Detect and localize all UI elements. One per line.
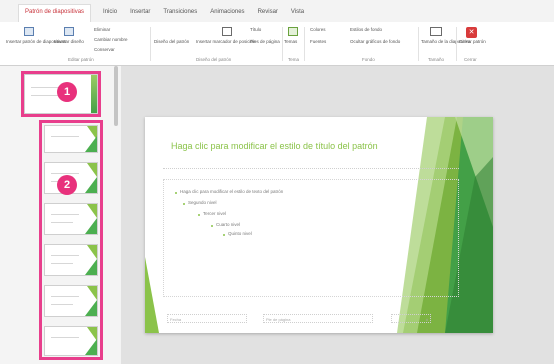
master-slide[interactable]: Haga clic para modificar el estilo de tí… <box>145 117 493 333</box>
rename-button[interactable]: Cambiar nombre <box>94 37 128 43</box>
insert-layout-icon <box>64 27 74 36</box>
fonts-button[interactable]: Fuentes <box>310 39 326 45</box>
themes-button[interactable]: Temas <box>284 39 297 45</box>
insert-master-icon <box>24 27 34 36</box>
tab-insert[interactable]: Insertar <box>130 9 150 22</box>
group-label-edit-master: Editar patrón <box>68 57 94 62</box>
title-checkbox[interactable]: Título <box>250 27 261 33</box>
text-level-3: Tercer nivel <box>203 211 227 216</box>
ribbon-separator <box>150 27 151 61</box>
themes-icon <box>288 27 298 36</box>
insert-placeholder-icon <box>222 27 232 36</box>
footers-checkbox[interactable]: Pies de página <box>250 39 280 45</box>
group-label-theme: Tema <box>288 57 300 62</box>
bullet-icon <box>198 214 200 216</box>
tab-slide-master[interactable]: Patrón de diapositivas <box>18 4 92 22</box>
tab-animations[interactable]: Animaciones <box>210 9 244 22</box>
body-placeholder[interactable] <box>163 179 459 297</box>
group-label-master-layout: Diseño del patrón <box>196 57 232 62</box>
bullet-icon <box>175 192 177 194</box>
bullet-icon <box>211 225 213 227</box>
ribbon-separator <box>282 27 283 61</box>
insert-master-button[interactable]: Insertar patrón de diapositivas <box>6 39 66 45</box>
master-layout-button[interactable]: Diseño del patrón <box>154 39 189 45</box>
ribbon-separator <box>456 27 457 61</box>
group-label-size: Tamaño <box>428 57 445 62</box>
text-level-5: Quinto nivel <box>228 231 252 236</box>
tab-view[interactable]: Vista <box>291 9 304 22</box>
ribbon-separator <box>418 27 419 61</box>
layouts-highlight <box>39 120 103 360</box>
text-level-1: Haga clic para modificar el estilo de te… <box>180 189 284 194</box>
close-icon: ✕ <box>466 27 477 38</box>
tab-review[interactable]: Revisar <box>258 9 278 22</box>
callout-badge-2: 2 <box>57 175 77 195</box>
preserve-button[interactable]: Conservar <box>94 47 115 53</box>
slide-title: Haga clic para modificar el estilo de tí… <box>171 141 378 151</box>
insert-layout-button[interactable]: Insertar diseño <box>52 39 86 45</box>
slide-size-button[interactable]: Tamaño de la diapositiva <box>421 39 471 45</box>
slide-size-icon <box>430 27 442 36</box>
group-label-close: Cerrar <box>464 57 477 62</box>
bullet-icon <box>183 203 185 205</box>
text-level-4: Cuarto nivel <box>216 222 241 227</box>
hide-background-checkbox[interactable]: Ocultar gráficos de fondo <box>350 39 400 45</box>
ribbon-tabs: Patrón de diapositivas Inicio Insertar T… <box>0 0 554 22</box>
bullet-icon <box>223 234 225 236</box>
powerpoint-window: Patrón de diapositivas Inicio Insertar T… <box>0 0 554 364</box>
delete-button[interactable]: Eliminar <box>94 27 110 33</box>
ribbon: Insertar patrón de diapositivas Insertar… <box>0 22 554 66</box>
thumbnails-scrollbar[interactable] <box>114 66 118 126</box>
callout-badge-1: 1 <box>57 82 77 102</box>
insert-placeholder-button[interactable]: Insertar marcador de posición <box>196 39 256 45</box>
colors-button[interactable]: Colores <box>310 27 326 33</box>
group-label-background: Fondo <box>362 57 375 62</box>
background-styles-button[interactable]: Estilos de fondo <box>350 27 382 33</box>
footer-placeholder[interactable]: Pie de página <box>263 314 373 323</box>
date-placeholder[interactable]: Fecha <box>167 314 247 323</box>
tab-transitions[interactable]: Transiciones <box>163 9 197 22</box>
ribbon-separator <box>304 27 305 61</box>
text-level-2: Segundo nivel <box>188 200 217 205</box>
slide-number-placeholder[interactable]: # <box>391 314 431 323</box>
close-master-button[interactable]: Cerrar patrón <box>459 39 486 45</box>
tab-home[interactable]: Inicio <box>103 9 117 22</box>
